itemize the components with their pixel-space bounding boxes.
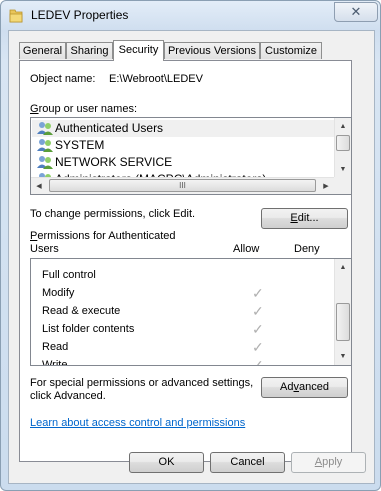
tab-general[interactable]: General — [19, 42, 66, 59]
permissions-label-line2: Users — [30, 243, 59, 255]
object-name-value: E:\Webroot\LEDEV — [109, 73, 203, 85]
deny-column-header: Deny — [294, 243, 320, 255]
close-icon: ✕ — [350, 4, 362, 19]
group-list-vertical-scrollbar[interactable]: ▲ ▼ — [334, 118, 351, 178]
window-title: LEDEV Properties — [31, 8, 129, 22]
folder-icon — [9, 9, 23, 23]
edit-button[interactable]: Edit... — [261, 208, 348, 229]
scroll-up-icon[interactable]: ▲ — [335, 118, 351, 135]
cancel-button[interactable]: Cancel — [210, 452, 285, 473]
scroll-thumb[interactable] — [336, 135, 350, 151]
scroll-left-icon[interactable]: ◀ — [31, 178, 47, 194]
allow-check-icon: ✓ — [252, 357, 264, 366]
title-bar[interactable]: LEDEV Properties ✕ — [1, 1, 380, 31]
scroll-grip-icon: III — [179, 181, 186, 190]
group-item-system[interactable]: SYSTEM — [32, 137, 336, 154]
advanced-button[interactable]: Advanced — [261, 377, 348, 398]
permissions-label: Permissions for Authenticated — [30, 230, 176, 242]
permission-row-write: Write ✓ — [42, 357, 332, 366]
tab-security[interactable]: Security — [113, 40, 164, 61]
close-button[interactable]: ✕ — [334, 2, 378, 22]
object-name-label: Object name: — [30, 73, 96, 85]
tab-sharing[interactable]: Sharing — [66, 42, 113, 59]
apply-button: Apply — [291, 452, 366, 473]
scroll-right-icon[interactable]: ▶ — [318, 178, 334, 194]
permission-row-read-execute: Read & execute ✓ — [42, 303, 264, 319]
group-listbox[interactable]: Authenticated Users SYSTEM NETWORK SERVI… — [30, 117, 352, 195]
scroll-corner — [334, 177, 351, 194]
allow-column-header: Allow — [233, 243, 260, 255]
change-permissions-text: To change permissions, click Edit. — [30, 208, 196, 220]
allow-check-icon: ✓ — [252, 321, 264, 337]
permissions-listbox[interactable]: Full control Modify ✓ Read & execute ✓ L… — [30, 258, 352, 366]
scroll-down-icon[interactable]: ▼ — [335, 161, 351, 178]
tab-customize[interactable]: Customize — [260, 42, 322, 59]
users-icon — [37, 156, 53, 169]
apply-button-label: Apply — [314, 456, 343, 468]
permission-row-full-control: Full control — [42, 269, 96, 281]
group-label: Group or user names: — [30, 103, 137, 115]
scroll-up-icon[interactable]: ▲ — [335, 259, 351, 276]
permission-row-modify: Modify ✓ — [42, 285, 264, 301]
special-permissions-text-line2: click Advanced. — [30, 390, 106, 402]
edit-button-label: Edit... — [290, 212, 319, 224]
group-list-horizontal-scrollbar[interactable]: ◀ III ▶ — [31, 177, 335, 194]
permissions-vertical-scrollbar[interactable]: ▲ ▼ — [334, 259, 351, 365]
learn-access-control-link[interactable]: Learn about access control and permissio… — [30, 417, 245, 429]
users-icon — [37, 122, 53, 135]
ok-button[interactable]: OK — [129, 452, 204, 473]
horizontal-scroll-thumb[interactable]: III — [49, 179, 316, 192]
tab-previous-versions[interactable]: Previous Versions — [164, 42, 260, 59]
security-panel: Object name: E:\Webroot\LEDEV Group or u… — [19, 60, 352, 462]
advanced-button-label: Advanced — [280, 381, 329, 393]
allow-check-icon: ✓ — [252, 339, 264, 355]
dialog-client-area: General Sharing Security Previous Versio… — [8, 30, 375, 484]
users-icon — [37, 139, 53, 152]
group-item-network-service[interactable]: NETWORK SERVICE — [32, 154, 336, 171]
allow-check-icon: ✓ — [252, 285, 264, 301]
group-item-authenticated-users[interactable]: Authenticated Users — [32, 120, 336, 137]
scroll-thumb[interactable] — [336, 303, 350, 341]
properties-window: LEDEV Properties ✕ General Sharing Secur… — [0, 0, 381, 491]
special-permissions-text: For special permissions or advanced sett… — [30, 377, 254, 389]
permission-row-read: Read ✓ — [42, 339, 264, 355]
scroll-down-icon[interactable]: ▼ — [335, 348, 351, 365]
allow-check-icon: ✓ — [252, 303, 264, 319]
permission-row-list-folder-contents: List folder contents ✓ — [42, 321, 264, 337]
